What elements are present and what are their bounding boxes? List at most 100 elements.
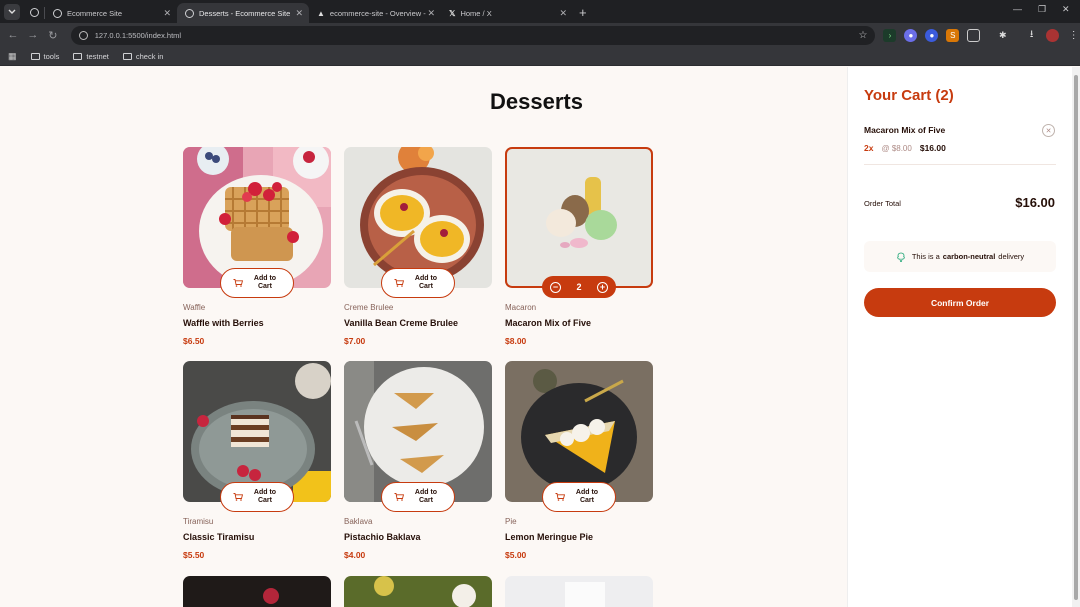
- cart-icon: [233, 279, 243, 287]
- add-to-cart-label: Add to Cart: [414, 489, 438, 504]
- tab-title: ecommerce-site - Overview - V: [329, 8, 428, 18]
- bookmark-star-icon[interactable]: ☆: [859, 30, 868, 41]
- product-image-waffle: [183, 147, 331, 288]
- product-price: $8.00: [505, 336, 527, 346]
- extensions-puzzle-icon[interactable]: [967, 28, 981, 42]
- product-category: Tiramisu: [183, 517, 214, 526]
- tab-desserts[interactable]: Desserts - Ecommerce Site ✕: [177, 3, 309, 23]
- add-to-cart-label: Add to Cart: [575, 489, 599, 504]
- product-category: Macaron: [505, 303, 537, 312]
- add-to-cart-label: Add to Cart: [253, 489, 277, 504]
- bookmark-check-in[interactable]: check in: [122, 51, 164, 61]
- site-info-icon[interactable]: [78, 30, 88, 40]
- reload-button[interactable]: ↻: [43, 29, 63, 42]
- tab-title: Home / X: [460, 8, 492, 18]
- product-image-macaron: [505, 147, 653, 288]
- page-title: Desserts: [490, 89, 583, 114]
- forward-button[interactable]: →: [23, 29, 43, 41]
- product-card-baklava: Add to Cart Baklava Pistachio Baklava $4…: [344, 361, 492, 560]
- download-icon[interactable]: ⭳: [1025, 29, 1038, 42]
- quantity-stepper[interactable]: − 2 +: [542, 276, 616, 298]
- product-name: Classic Tiramisu: [183, 532, 255, 542]
- product-card-creme-brulee: Add to Cart Creme Brulee Vanilla Bean Cr…: [344, 147, 492, 346]
- add-to-cart-label: Add to Cart: [414, 275, 438, 290]
- cart-item-meta: 2x @ $8.00 $16.00: [864, 143, 946, 153]
- tree-icon: [897, 252, 905, 262]
- extension-terminal-icon[interactable]: ›: [883, 28, 897, 42]
- bookmark-label: check in: [135, 51, 164, 61]
- extension-cloud-icon[interactable]: ●: [904, 28, 918, 42]
- product-image-tiramisu: [183, 361, 331, 502]
- carbon-neutral-text-pre: This is a: [911, 252, 940, 261]
- product-image-creme-brulee: [344, 147, 492, 288]
- tab-vercel-overview[interactable]: ▲ ecommerce-site - Overview - V ✕: [309, 3, 441, 23]
- cart-item-unit-price: @ $8.00: [881, 143, 912, 153]
- product-image-pie: [505, 361, 653, 502]
- cart-item-name: Macaron Mix of Five: [864, 125, 946, 135]
- profile-avatar[interactable]: [1046, 28, 1060, 42]
- more-menu-icon[interactable]: ⋮: [1067, 29, 1080, 42]
- add-to-cart-label: Add to Cart: [253, 275, 277, 290]
- product-image-baklava: [344, 361, 492, 502]
- tab-ecommerce-site[interactable]: Ecommerce Site ✕: [45, 3, 177, 23]
- add-to-cart-button[interactable]: Add to Cart: [220, 482, 294, 512]
- bookmark-label: testnet: [86, 51, 109, 61]
- remove-item-button[interactable]: ✕: [1042, 124, 1055, 137]
- close-icon[interactable]: ✕: [427, 8, 435, 19]
- product-price: $7.00: [344, 336, 366, 346]
- increment-button[interactable]: +: [596, 281, 608, 293]
- cart-panel: Your Cart (2) Macaron Mix of Five 2x @ $…: [847, 67, 1072, 607]
- extension-ghost-icon[interactable]: ●: [925, 28, 939, 42]
- cart-icon: [233, 493, 243, 501]
- scrollbar-thumb[interactable]: [1074, 75, 1078, 600]
- add-to-cart-button[interactable]: Add to Cart: [381, 482, 455, 512]
- close-icon[interactable]: ✕: [295, 8, 303, 19]
- minimize-button[interactable]: —: [1013, 4, 1022, 14]
- bookmark-tools[interactable]: tools: [30, 52, 59, 61]
- product-price: $5.50: [183, 550, 205, 560]
- product-image-partial: [344, 576, 492, 607]
- close-icon[interactable]: ✕: [163, 8, 171, 19]
- product-name: Vanilla Bean Creme Brulee: [344, 318, 459, 328]
- globe-icon: [29, 7, 39, 17]
- cart-item-quantity: 2x: [864, 143, 874, 153]
- confirm-order-button[interactable]: Confirm Order: [864, 288, 1056, 317]
- back-button[interactable]: ←: [3, 29, 23, 41]
- tab-x-home[interactable]: 𝕏 Home / X ✕: [441, 3, 573, 23]
- tab-title: Desserts - Ecommerce Site: [199, 8, 291, 18]
- quantity-value: 2: [576, 282, 582, 292]
- decrement-button[interactable]: −: [550, 281, 561, 293]
- desserts-page: Desserts Add to Cart Waffle Waffle with …: [0, 67, 847, 607]
- browser-toolbar: ← → ↻ 127.0.0.1:5500/index.html ☆ › ● ● …: [0, 23, 1080, 47]
- folder-icon: [30, 52, 40, 60]
- tab-title: Ecommerce Site: [67, 8, 123, 18]
- window-close-button[interactable]: ✕: [1062, 4, 1070, 15]
- page-scrollbar[interactable]: [1072, 67, 1080, 607]
- pinned-extension-icon[interactable]: ✱: [996, 29, 1009, 42]
- add-to-cart-button[interactable]: Add to Cart: [542, 482, 616, 512]
- close-icon: ✕: [1045, 127, 1052, 135]
- carbon-neutral-text-post: delivery: [998, 252, 1025, 261]
- tab-search-button[interactable]: [4, 4, 20, 20]
- extension-s-icon[interactable]: S: [946, 28, 960, 42]
- product-name: Waffle with Berries: [183, 318, 264, 328]
- address-bar[interactable]: 127.0.0.1:5500/index.html ☆: [70, 25, 876, 45]
- add-to-cart-button[interactable]: Add to Cart: [220, 268, 294, 298]
- product-image-partial: [505, 576, 653, 607]
- bookmark-testnet[interactable]: testnet: [73, 52, 109, 61]
- pinned-tab-1[interactable]: [24, 2, 44, 22]
- cart-icon: [555, 493, 565, 501]
- x-logo-icon: 𝕏: [449, 8, 456, 18]
- product-category: Baklava: [344, 517, 373, 526]
- carbon-neutral-notice: This is a carbon-neutral delivery: [864, 241, 1056, 272]
- product-card-macaron: − 2 + Macaron Macaron Mix of Five $8.00: [505, 147, 653, 346]
- globe-icon: [53, 8, 62, 18]
- product-price: $6.50: [183, 336, 205, 346]
- new-tab-button[interactable]: +: [579, 5, 587, 20]
- chevron-down-icon: [8, 9, 16, 14]
- add-to-cart-button[interactable]: Add to Cart: [381, 268, 455, 298]
- restore-button[interactable]: ❐: [1038, 4, 1046, 15]
- apps-grid-icon[interactable]: ▦: [8, 51, 17, 62]
- globe-icon: [185, 8, 194, 18]
- close-icon[interactable]: ✕: [559, 8, 567, 19]
